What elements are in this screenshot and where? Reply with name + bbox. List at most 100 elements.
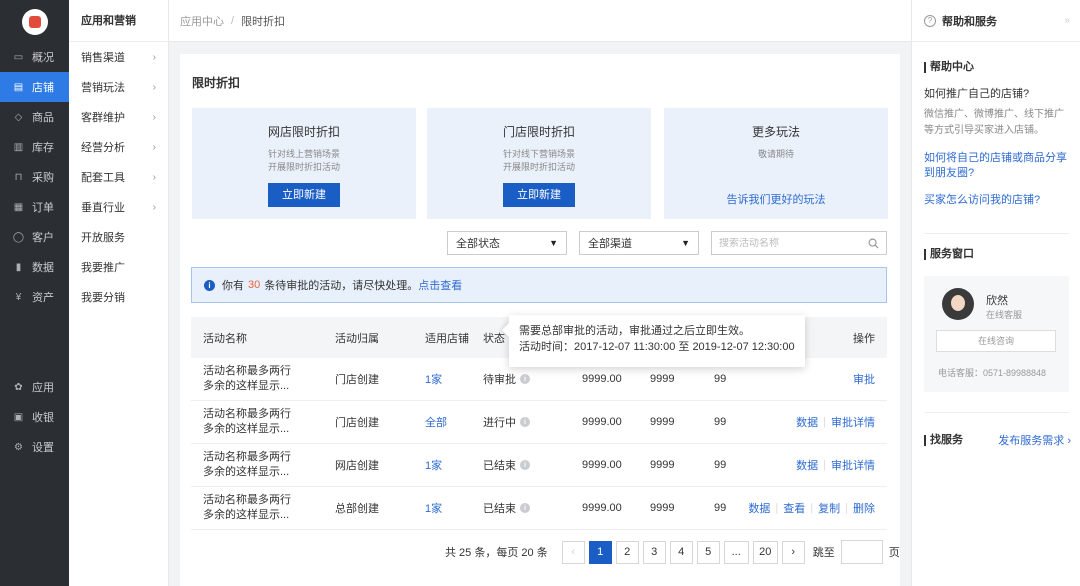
cashier-icon: ▣ xyxy=(13,411,24,423)
nav-item-warehouse[interactable]: ▥ 库存 xyxy=(0,132,69,162)
nav-item-order[interactable]: ▦ 订单 xyxy=(0,192,69,222)
row-action-link[interactable]: 查看 xyxy=(783,500,805,516)
search-icon[interactable] xyxy=(868,238,879,249)
row-action-link[interactable]: 审批详情 xyxy=(831,414,875,430)
nav-item-user[interactable]: ◯ 客户 xyxy=(0,222,69,252)
post-service-link[interactable]: 发布服务需求 › xyxy=(998,432,1071,448)
sub-nav-item[interactable]: 经营分析 › xyxy=(69,132,168,162)
page-button[interactable]: 3 xyxy=(642,540,666,564)
activity-name-line-2: 多余的这样显示... xyxy=(203,466,290,478)
activity-qty: 99 xyxy=(714,459,727,471)
channel-select[interactable]: 全部渠道 ▼ xyxy=(579,231,699,255)
card-store-discount: 门店限时折扣 针对线下营销场景 开展限时折扣活动 立即新建 xyxy=(427,108,651,219)
activity-status: 已结束 i xyxy=(483,444,530,486)
row-action-link[interactable]: 删除 xyxy=(853,500,875,516)
nav-item-label: 数据 xyxy=(32,262,54,274)
sub-sidebar-title: 应用和营销 xyxy=(69,0,168,42)
info-icon[interactable]: i xyxy=(520,417,530,427)
card-title: 网店限时折扣 xyxy=(267,125,340,139)
col-ops: 操作 xyxy=(853,332,875,345)
row-actions: 数据 | 审批详情 xyxy=(796,444,875,486)
create-store-button[interactable]: 立即新建 xyxy=(503,183,575,207)
help-link-share[interactable]: 如何将自己的店铺或商品分享到朋友圈? xyxy=(924,151,1069,181)
info-icon[interactable]: i xyxy=(520,460,530,470)
sub-nav-item[interactable]: 开放服务 xyxy=(69,222,168,252)
yen-icon: ¥ xyxy=(15,291,22,303)
sub-nav-list: 销售渠道 › 营销玩法 › 客群维护 › 经营分析 › 配套工具 › 垂直行业 › 开放服务 我要推广 我要… xyxy=(69,42,168,312)
row-action-link[interactable]: 审批 xyxy=(853,371,875,387)
main-nav-bottom: ✿ 应用 ▣ 收银 ⚙ 设置 xyxy=(0,372,69,462)
activity-name: 活动名称最多两行 多余的这样显示... xyxy=(203,358,291,400)
page-button[interactable]: 20 xyxy=(752,540,778,564)
store-link[interactable]: 1家 xyxy=(425,358,442,400)
status-select-value: 全部状态 xyxy=(456,238,500,250)
sub-nav-item[interactable]: 营销玩法 › xyxy=(69,72,168,102)
app-logo[interactable] xyxy=(21,9,48,35)
nav-item-chart[interactable]: ▮ 数据 xyxy=(0,252,69,282)
col-owner: 活动归属 xyxy=(335,332,379,345)
nav-item-apps[interactable]: ✿ 应用 xyxy=(0,372,69,402)
notice-prefix: 你有 xyxy=(222,280,244,292)
row-action-link[interactable]: 复制 xyxy=(818,500,840,516)
status-select[interactable]: 全部状态 ▼ xyxy=(447,231,567,255)
jump-page-input[interactable] xyxy=(840,540,883,564)
nav-item-label: 资产 xyxy=(32,292,54,304)
help-link-visit[interactable]: 买家怎么访问我的店铺? xyxy=(924,193,1069,208)
notice-view-link[interactable]: 点击查看 xyxy=(418,277,462,293)
sub-nav-item[interactable]: 销售渠道 › xyxy=(69,42,168,72)
nav-item-label: 设置 xyxy=(32,442,54,454)
nav-item-gear[interactable]: ⚙ 设置 xyxy=(0,432,69,462)
page-button[interactable]: 2 xyxy=(615,540,639,564)
collapse-icon[interactable]: » xyxy=(1064,15,1070,26)
col-status: 状态 xyxy=(483,332,505,345)
row-action-link[interactable]: 数据 xyxy=(748,500,770,516)
prev-page-button[interactable]: ‹ xyxy=(561,540,585,564)
search-input[interactable] xyxy=(719,237,859,249)
card-title: 门店限时折扣 xyxy=(502,125,575,139)
sub-nav-item[interactable]: 垂直行业 › xyxy=(69,192,168,222)
info-icon[interactable]: i xyxy=(520,374,530,384)
sub-nav-item[interactable]: 客群维护 › xyxy=(69,102,168,132)
status-text: 待审批 xyxy=(483,374,516,386)
help-answer: 微信推广、微博推广、线下推广等方式引导买家进入店铺。 xyxy=(924,109,1064,136)
approval-tooltip: 需要总部审批的活动，审批通过之后立即生效。 活动时间：2017-12-07 11… xyxy=(509,315,805,367)
page-button[interactable]: 1 xyxy=(588,540,612,564)
row-action-link[interactable]: 数据 xyxy=(796,414,818,430)
page-unit: 页 xyxy=(888,547,900,559)
search-box xyxy=(711,231,887,255)
row-action-link[interactable]: 数据 xyxy=(796,457,818,473)
store-link[interactable]: 全部 xyxy=(425,401,447,443)
consult-button[interactable]: 在线咨询 xyxy=(936,330,1056,352)
nav-item-label: 收银 xyxy=(32,412,54,424)
page-button[interactable]: 5 xyxy=(696,540,720,564)
activity-owner: 门店创建 xyxy=(335,417,379,429)
store-link[interactable]: 1家 xyxy=(425,444,442,486)
row-action-link[interactable]: 审批详情 xyxy=(831,457,875,473)
activity-price: 9999.00 xyxy=(582,502,622,514)
activity-name-line-2: 多余的这样显示... xyxy=(203,509,290,521)
channel-select-value: 全部渠道 xyxy=(588,238,632,250)
nav-item-monitor[interactable]: ▭ 概况 xyxy=(0,42,69,72)
breadcrumb-parent[interactable]: 应用中心 xyxy=(180,13,224,29)
nav-item-cart[interactable]: ⊓ 采购 xyxy=(0,162,69,192)
feedback-link[interactable]: 告诉我们更好的玩法 xyxy=(664,191,888,207)
chevron-right-icon: › xyxy=(152,51,156,63)
sub-nav-item[interactable]: 我要分销 xyxy=(69,282,168,312)
help-question: 如何推广自己的店铺? xyxy=(924,88,1030,100)
nav-item-label: 概况 xyxy=(32,52,54,64)
cart-icon: ⊓ xyxy=(14,171,23,183)
activity-name-line-2: 多余的这样显示... xyxy=(203,380,290,392)
sub-nav-item[interactable]: 配套工具 › xyxy=(69,162,168,192)
create-online-button[interactable]: 立即新建 xyxy=(268,183,340,207)
sub-nav-item[interactable]: 我要推广 xyxy=(69,252,168,282)
next-page-button[interactable]: › xyxy=(781,540,805,564)
store-link[interactable]: 1家 xyxy=(425,487,442,529)
info-icon[interactable]: i xyxy=(520,503,530,513)
nav-item-yen[interactable]: ¥ 资产 xyxy=(0,282,69,312)
nav-item-store[interactable]: ▤ 店铺 xyxy=(0,72,69,102)
chevron-right-icon: › xyxy=(152,111,156,123)
nav-item-tag[interactable]: ◇ 商品 xyxy=(0,102,69,132)
nav-item-cashier[interactable]: ▣ 收银 xyxy=(0,402,69,432)
pagination: 共 25 条，每页 20 条 ‹ 1 2 3 4 5... 20 › 跳至 页 xyxy=(445,540,900,564)
page-button[interactable]: 4 xyxy=(669,540,693,564)
